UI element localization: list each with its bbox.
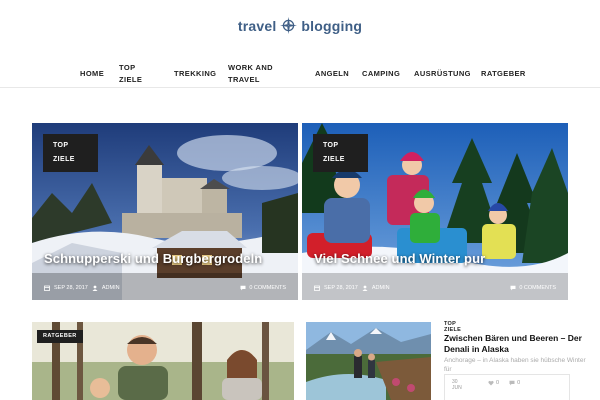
user-icon xyxy=(92,285,98,291)
site-logo[interactable]: travel blogging xyxy=(0,17,600,34)
post-meta-box xyxy=(444,374,570,400)
featured-card-snow[interactable]: TOP ZIELE Viel Schnee und Winter pur SEP… xyxy=(302,123,568,300)
category-tag[interactable]: RATGEBER xyxy=(37,330,83,343)
nav-item-camping[interactable]: Camping xyxy=(362,68,400,80)
user-icon xyxy=(362,285,368,291)
alaska-hikers-image xyxy=(306,322,431,400)
comment-count: 0 xyxy=(517,380,521,386)
category-tag[interactable]: TOP ZIELE xyxy=(43,134,98,172)
post-stats: 0 0 xyxy=(488,380,520,386)
logo-word-blogging: blogging xyxy=(301,17,363,34)
post-author[interactable]: ADMIN xyxy=(102,285,120,291)
comment-count: 0 COMMENTS xyxy=(519,285,556,291)
category-tag[interactable]: TOP ZIELE xyxy=(444,321,462,333)
nav-item-ratgeber[interactable]: Ratgeber xyxy=(481,68,526,80)
category-tag[interactable]: TOP ZIELE xyxy=(313,134,368,172)
comment-icon xyxy=(509,380,515,386)
nav-item-ausruestung[interactable]: Ausrüstung xyxy=(414,68,471,80)
comments-link[interactable]: 0 COMMENTS xyxy=(510,285,556,291)
post-image-alaska[interactable] xyxy=(306,322,431,400)
post-title[interactable]: Viel Schnee und Winter pur xyxy=(314,251,485,266)
comment-count: 0 COMMENTS xyxy=(249,285,286,291)
post-date: 30 JUN xyxy=(452,379,462,391)
compass-icon xyxy=(280,17,298,34)
post-author[interactable]: ADMIN xyxy=(372,285,390,291)
nav-item-angeln[interactable]: Angeln xyxy=(315,68,349,80)
post-title[interactable]: Zwischen Bären und Beeren – Der Denali i… xyxy=(444,333,594,355)
post-excerpt: Anchorage – in Alaska haben sie hübsche … xyxy=(444,357,586,373)
comments-link[interactable]: 0 COMMENTS xyxy=(240,285,286,291)
post-card-family[interactable]: RATGEBER xyxy=(32,322,294,400)
nav-item-top-ziele[interactable]: Top Ziele xyxy=(119,62,142,86)
likes-stat[interactable]: 0 xyxy=(488,380,499,386)
post-meta: SEP 28, 2017 ADMIN 0 COMMENTS xyxy=(314,285,556,291)
featured-card-castle[interactable]: TOP ZIELE Schnupperski und Burgbergrodel… xyxy=(32,123,298,300)
post-title[interactable]: Schnupperski und Burgbergrodeln xyxy=(44,251,262,266)
like-icon xyxy=(488,380,494,386)
calendar-icon xyxy=(314,285,320,291)
post-date: SEP 28, 2017 xyxy=(324,285,358,291)
post-meta: SEP 28, 2017 ADMIN 0 COMMENTS xyxy=(44,285,286,291)
post-date-month: JUN xyxy=(452,385,462,391)
comment-icon xyxy=(510,285,516,291)
nav-item-work-and-travel[interactable]: Work and Travel xyxy=(228,62,278,86)
comment-icon xyxy=(240,285,246,291)
logo-word-travel: travel xyxy=(237,17,277,34)
like-count: 0 xyxy=(496,380,500,386)
comments-stat[interactable]: 0 xyxy=(509,380,520,386)
calendar-icon xyxy=(44,285,50,291)
main-navigation: Home Top Ziele Trekking Work and Travel … xyxy=(0,60,600,88)
nav-item-trekking[interactable]: Trekking xyxy=(174,68,216,80)
nav-item-home[interactable]: Home xyxy=(80,68,104,80)
post-date: SEP 28, 2017 xyxy=(54,285,88,291)
